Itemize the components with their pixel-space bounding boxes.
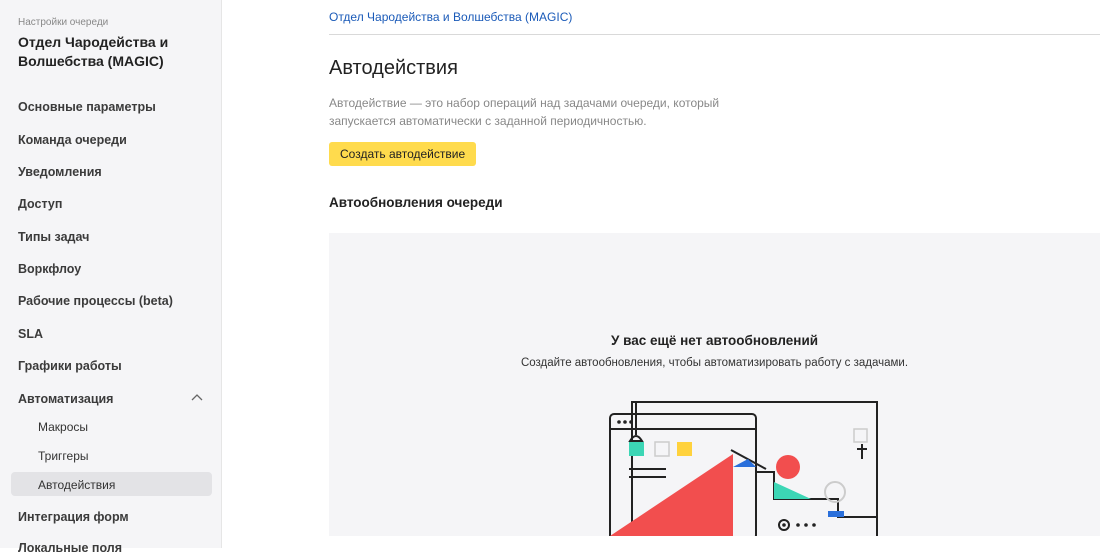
sidebar-subitem-macros[interactable]: Макросы bbox=[38, 420, 88, 434]
sidebar-item-local-fields[interactable]: Локальные поля bbox=[18, 541, 122, 555]
breadcrumb[interactable]: Отдел Чародейства и Волшебства (MAGIC) bbox=[329, 10, 572, 24]
sidebar-subitem-triggers[interactable]: Триггеры bbox=[38, 449, 89, 463]
header-divider bbox=[329, 34, 1100, 35]
section-title: Автообновления очереди bbox=[329, 195, 503, 210]
sidebar-item-access[interactable]: Доступ bbox=[18, 197, 62, 211]
automation-illustration bbox=[609, 401, 878, 536]
sidebar-item-workflow[interactable]: Воркфлоу bbox=[18, 262, 81, 276]
sidebar-item-automation[interactable]: Автоматизация bbox=[18, 392, 113, 406]
sidebar-item-work-processes[interactable]: Рабочие процессы (beta) bbox=[18, 294, 173, 308]
empty-state-title: У вас ещё нет автообновлений bbox=[610, 333, 819, 348]
sidebar-item-queue-team[interactable]: Команда очереди bbox=[18, 133, 127, 147]
empty-state-text: Создайте автообновления, чтобы автоматиз… bbox=[520, 357, 909, 369]
sidebar-item-sla[interactable]: SLA bbox=[18, 327, 43, 341]
sidebar-subitem-autoactions[interactable]: Автодействия bbox=[38, 478, 115, 492]
create-autoaction-button[interactable]: Создать автодействие bbox=[329, 142, 477, 166]
main-content: Отдел Чародейства и Волшебства (MAGIC) А… bbox=[222, 0, 1100, 548]
sidebar-item-main-params[interactable]: Основные параметры bbox=[18, 100, 156, 114]
sidebar-item-form-integration[interactable]: Интеграция форм bbox=[18, 510, 129, 524]
chevron-up-icon[interactable] bbox=[190, 392, 204, 402]
queue-title: Отдел Чародейства и Волшебства (MAGIC) bbox=[18, 34, 169, 69]
sidebar-item-schedules[interactable]: Графики работы bbox=[18, 359, 122, 373]
page-title: Автодействия bbox=[329, 57, 458, 79]
sidebar-item-issue-types[interactable]: Типы задач bbox=[18, 230, 89, 244]
sidebar-caption: Настройки очереди bbox=[18, 17, 109, 28]
sidebar-item-notifications[interactable]: Уведомления bbox=[18, 165, 102, 179]
page-description: Автодействие — это набор операций над за… bbox=[329, 96, 720, 128]
settings-sidebar: Настройки очереди Отдел Чародейства и Во… bbox=[0, 0, 222, 555]
empty-state-panel: У вас ещё нет автообновлений Создайте ав… bbox=[329, 233, 1100, 536]
